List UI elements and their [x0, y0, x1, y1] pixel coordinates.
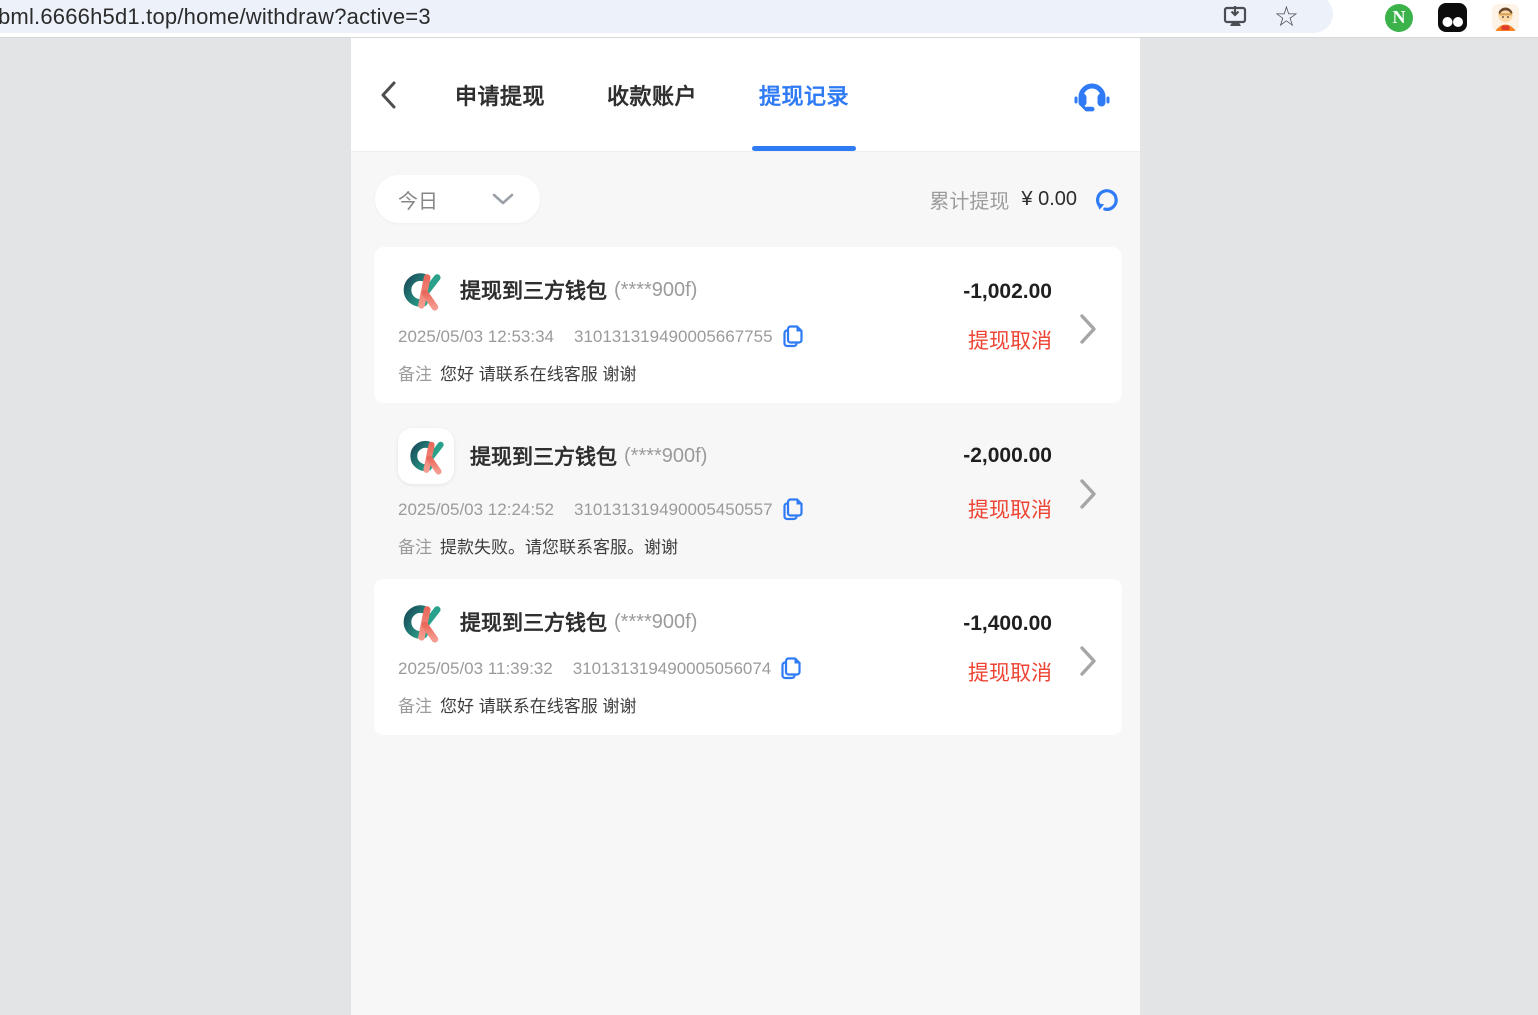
- tab-bar: 申请提现 收款账户 提现记录: [455, 38, 849, 151]
- record-note-label: 备注: [398, 533, 432, 558]
- record-note-label: 备注: [398, 360, 432, 385]
- address-bar[interactable]: bml.6666h5d1.top/home/withdraw?active=3 …: [0, 0, 1333, 33]
- chevron-right-icon[interactable]: [1078, 478, 1098, 510]
- record-title: 提现到三方钱包: [470, 441, 617, 471]
- record-note-text: 您好 请联系在线客服 谢谢: [440, 692, 636, 717]
- profile-avatar[interactable]: [1492, 4, 1519, 31]
- record-order-number: 310131319490005667755: [574, 327, 773, 347]
- panel-header: 申请提现 收款账户 提现记录: [351, 38, 1140, 152]
- record-note-text: 您好 请联系在线客服 谢谢: [440, 360, 636, 385]
- record-amount: -1,400.00: [963, 601, 1052, 647]
- records-toolbar: 今日 累计提现 ¥ 0.00: [351, 152, 1140, 223]
- record-datetime: 2025/05/03 12:24:52: [398, 500, 554, 520]
- extension-n-icon[interactable]: N: [1385, 4, 1413, 32]
- record-account: (****900f): [614, 611, 697, 634]
- withdraw-record-row[interactable]: 提现到三方钱包 (****900f) 2025/05/03 12:24:52 3…: [374, 406, 1122, 576]
- record-note-label: 备注: [398, 692, 432, 717]
- date-filter-value: 今日: [398, 185, 438, 214]
- ck-wallet-logo-icon: [398, 601, 444, 643]
- copy-icon[interactable]: [781, 657, 801, 680]
- record-status-cancel[interactable]: 提现取消: [968, 499, 1052, 523]
- customer-service-icon[interactable]: [1074, 77, 1110, 113]
- record-note-text: 提款失败。请您联系客服。谢谢: [440, 533, 678, 558]
- chevron-right-icon[interactable]: [1078, 645, 1098, 677]
- ck-wallet-logo-icon: [398, 269, 444, 311]
- copy-icon[interactable]: [783, 325, 803, 348]
- page-background: 申请提现 收款账户 提现记录 今日: [0, 38, 1538, 1015]
- chevron-right-icon[interactable]: [1078, 313, 1098, 345]
- record-account: (****900f): [624, 445, 707, 468]
- tab-apply-withdraw[interactable]: 申请提现: [455, 38, 545, 151]
- url-text[interactable]: bml.6666h5d1.top/home/withdraw?active=3: [0, 4, 431, 30]
- record-order-number: 310131319490005450557: [574, 500, 773, 520]
- withdraw-panel: 申请提现 收款账户 提现记录 今日: [351, 38, 1140, 1015]
- withdraw-record-row[interactable]: 提现到三方钱包 (****900f) 2025/05/03 11:39:32 3…: [374, 579, 1122, 735]
- record-title: 提现到三方钱包: [460, 275, 607, 305]
- browser-toolbar: bml.6666h5d1.top/home/withdraw?active=3 …: [0, 0, 1538, 38]
- back-button[interactable]: [379, 80, 403, 110]
- record-title: 提现到三方钱包: [460, 607, 607, 637]
- record-account: (****900f): [614, 279, 697, 302]
- record-amount: -1,002.00: [963, 269, 1052, 315]
- tab-withdraw-records[interactable]: 提现记录: [759, 38, 849, 151]
- record-status-cancel[interactable]: 提现取消: [968, 330, 1052, 354]
- extension-black-icon[interactable]: [1438, 3, 1467, 32]
- install-app-icon[interactable]: [1223, 5, 1248, 29]
- ck-wallet-logo-icon: [398, 428, 454, 484]
- total-withdraw-summary: 累计提现 ¥ 0.00: [929, 185, 1120, 214]
- refresh-icon[interactable]: [1093, 186, 1120, 213]
- date-filter-dropdown[interactable]: 今日: [375, 175, 540, 223]
- withdraw-record-row[interactable]: 提现到三方钱包 (****900f) 2025/05/03 12:53:34 3…: [374, 247, 1122, 403]
- record-order-number: 310131319490005056074: [573, 659, 772, 679]
- record-status-cancel[interactable]: 提现取消: [968, 662, 1052, 686]
- record-amount: -2,000.00: [963, 428, 1052, 484]
- record-datetime: 2025/05/03 11:39:32: [398, 659, 553, 679]
- chevron-down-icon: [492, 193, 514, 205]
- total-withdraw-label: 累计提现: [929, 185, 1009, 214]
- copy-icon[interactable]: [783, 498, 803, 521]
- bookmark-star-icon[interactable]: ☆: [1274, 3, 1299, 31]
- tab-receiving-account[interactable]: 收款账户: [607, 38, 697, 151]
- record-datetime: 2025/05/03 12:53:34: [398, 327, 554, 347]
- total-withdraw-amount: ¥ 0.00: [1021, 188, 1077, 211]
